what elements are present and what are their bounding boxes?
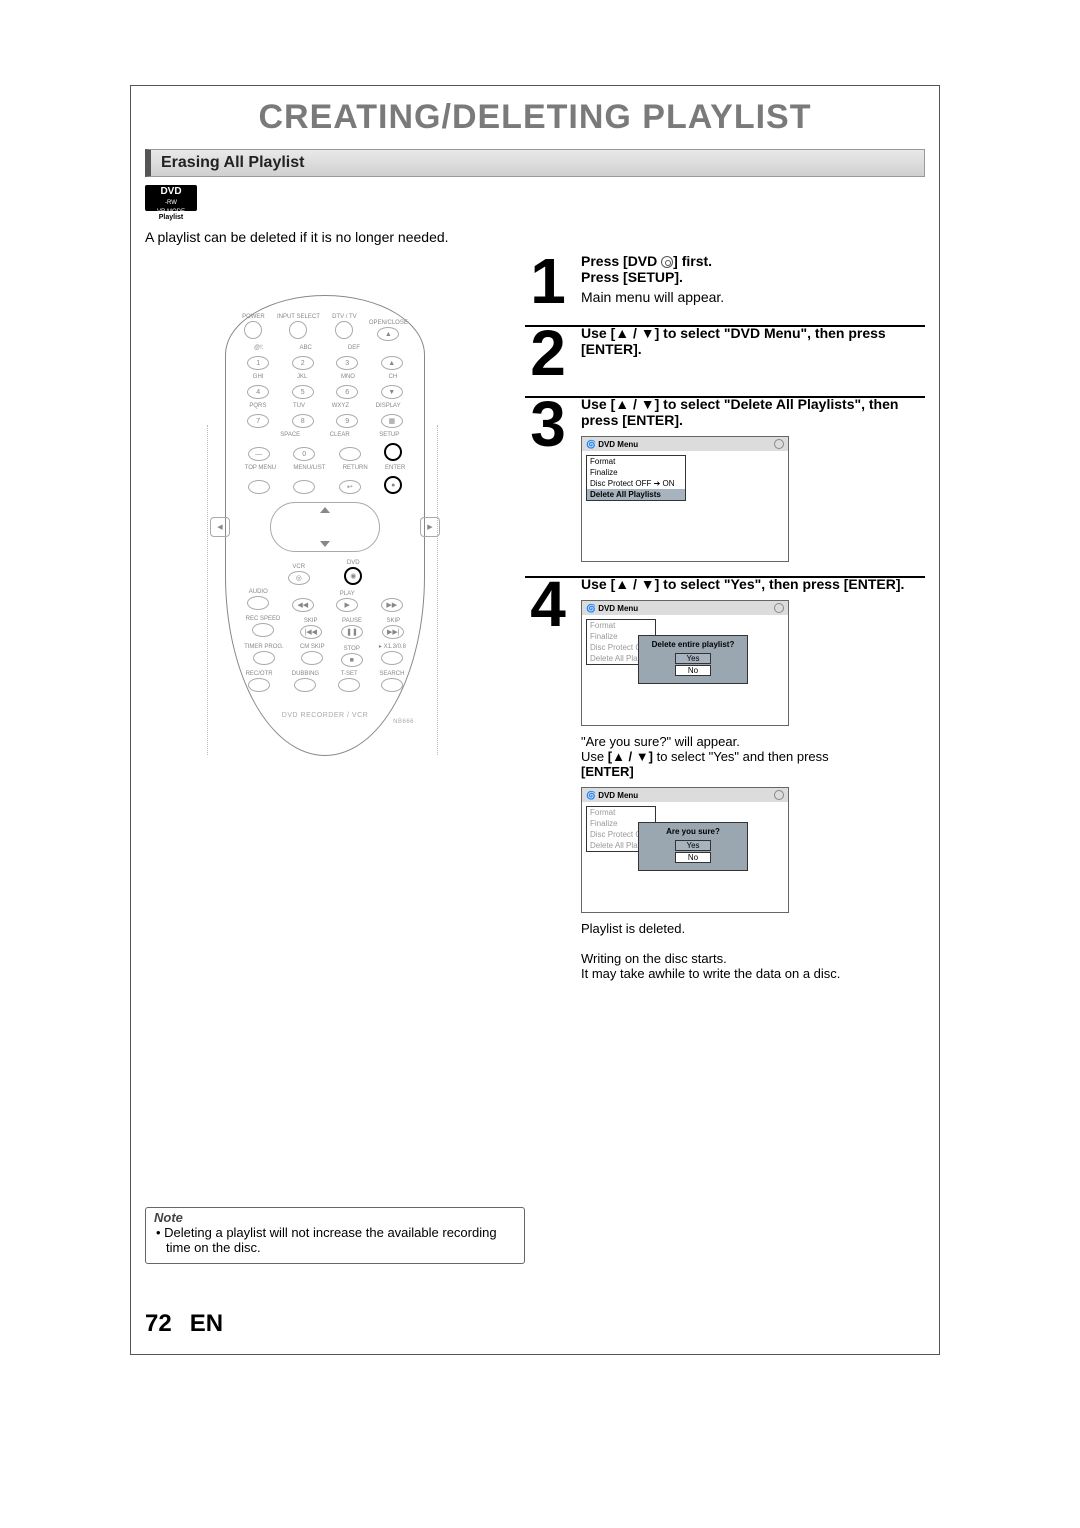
step-body: Use [▲ / ▼] to select "DVD Menu", then p… xyxy=(581,325,925,383)
step-number: 4 xyxy=(525,576,571,981)
dubbing-button xyxy=(294,678,316,692)
dtv-tv-button xyxy=(335,321,353,339)
dialog-yes: Yes xyxy=(675,840,711,851)
dvd-menu-screen: 🌀 DVD Menu Format Finalize Disc Protect … xyxy=(581,436,789,562)
clear-button xyxy=(339,447,361,461)
step-number: 2 xyxy=(525,325,571,383)
display-button: ▦ xyxy=(381,414,403,428)
vcr-button: ◎ xyxy=(288,571,310,585)
t-set-button xyxy=(338,678,360,692)
left-arrow-button: ◀ xyxy=(210,517,230,537)
page-number: 72EN xyxy=(145,1310,223,1338)
dvd-menu-screen-sure: 🌀 DVD Menu Format Finalize Disc Protect … xyxy=(581,787,789,913)
key-9: 9 xyxy=(336,414,358,428)
step-body: Use [▲ / ▼] to select "Delete All Playli… xyxy=(581,396,925,562)
page-title: CREATING/DELETING PLAYLIST xyxy=(131,98,939,137)
step-body: Press [DVD ] first. Press [SETUP]. Main … xyxy=(581,253,925,311)
remote-illustration: POWER INPUT SELECT DTV / TV OPEN/CLOSE▲ … xyxy=(225,295,425,756)
rec-speed-button xyxy=(252,623,274,637)
key-1: 1 xyxy=(247,356,269,370)
enter-button: ● xyxy=(384,476,402,494)
play-button: ▶ xyxy=(336,598,358,612)
step-body: Use [▲ / ▼] to select "Yes", then press … xyxy=(581,576,925,981)
key-7: 7 xyxy=(247,414,269,428)
manual-page: CREATING/DELETING PLAYLIST Erasing All P… xyxy=(130,85,940,1355)
ff-button: ▶▶ xyxy=(381,598,403,612)
key-5: 5 xyxy=(292,385,314,399)
badge-row: DVD -RW VR MODE Playlist xyxy=(145,185,925,211)
dialog-no: No xyxy=(675,852,711,863)
remote-brand: DVD RECORDER / VCR NB666 xyxy=(236,712,414,725)
ch-down-button: ▼ xyxy=(381,385,403,399)
rew-button: ◀◀ xyxy=(292,598,314,612)
disc-icon xyxy=(774,790,784,800)
title-block: CREATING/DELETING PLAYLIST xyxy=(131,86,939,137)
note-box: Note • Deleting a playlist will not incr… xyxy=(145,1207,525,1264)
step-4: 4 Use [▲ / ▼] to select "Yes", then pres… xyxy=(525,566,925,995)
setup-button xyxy=(384,443,402,461)
dialog-no: No xyxy=(675,665,711,676)
dialog-yes: Yes xyxy=(675,653,711,664)
two-column-layout: POWER INPUT SELECT DTV / TV OPEN/CLOSE▲ … xyxy=(145,255,925,995)
menu-list: Format Finalize Disc Protect OFF ➔ ON De… xyxy=(586,455,686,501)
disc-icon xyxy=(661,256,673,268)
key-2: 2 xyxy=(292,356,314,370)
cm-skip-button xyxy=(301,651,323,665)
note-body: • Deleting a playlist will not increase … xyxy=(146,1225,524,1263)
key-6: 6 xyxy=(336,385,358,399)
key-3: 3 xyxy=(336,356,358,370)
audio-button xyxy=(247,596,269,610)
step-number: 3 xyxy=(525,396,571,562)
open-close-button: ▲ xyxy=(377,327,399,341)
dvd-button: ◉ xyxy=(344,567,362,585)
search-button xyxy=(381,678,403,692)
key-8: 8 xyxy=(292,414,314,428)
power-button xyxy=(244,321,262,339)
steps-column: 1 Press [DVD ] first. Press [SETUP]. Mai… xyxy=(525,255,925,995)
section-heading: Erasing All Playlist xyxy=(145,149,925,177)
top-menu-button xyxy=(248,480,270,494)
rec-otr-button xyxy=(248,678,270,692)
confirm-dialog: Delete entire playlist? Yes No xyxy=(638,635,748,684)
key-0: 0 xyxy=(293,447,315,461)
remote-column: POWER INPUT SELECT DTV / TV OPEN/CLOSE▲ … xyxy=(145,255,505,995)
return-button: ↩ xyxy=(339,480,361,494)
disc-icon xyxy=(774,603,784,613)
remote-wrap: POWER INPUT SELECT DTV / TV OPEN/CLOSE▲ … xyxy=(145,295,505,756)
decorative-dots xyxy=(437,425,443,755)
x13-button xyxy=(381,651,403,665)
key-dash: — xyxy=(248,447,270,461)
right-arrow-button: ▶ xyxy=(420,517,440,537)
menu-list-button xyxy=(293,480,315,494)
decorative-dots xyxy=(207,425,213,755)
ch-up-button: ▲ xyxy=(381,356,403,370)
result-text: Playlist is deleted. Writing on the disc… xyxy=(581,921,925,981)
stop-button: ■ xyxy=(341,653,363,667)
dvd-menu-screen-delete: 🌀 DVD Menu Format Finalize Disc Protect … xyxy=(581,600,789,726)
step-number: 1 xyxy=(525,253,571,311)
note-heading: Note xyxy=(146,1208,524,1225)
followup-text: "Are you sure?" will appear. Use [▲ / ▼]… xyxy=(581,734,925,779)
confirm-dialog-sure: Are you sure? Yes No xyxy=(638,822,748,871)
pause-button: ❚❚ xyxy=(341,625,363,639)
dvd-rw-badge: DVD -RW VR MODE Playlist xyxy=(145,185,197,211)
step-3: 3 Use [▲ / ▼] to select "Delete All Play… xyxy=(525,386,925,578)
skip-next-button: ▶▶| xyxy=(382,625,404,639)
dpad xyxy=(270,502,380,552)
timer-prog-button xyxy=(253,651,275,665)
disc-icon xyxy=(774,439,784,449)
key-4: 4 xyxy=(247,385,269,399)
input-select-button xyxy=(289,321,307,339)
skip-prev-button: |◀◀ xyxy=(300,625,322,639)
